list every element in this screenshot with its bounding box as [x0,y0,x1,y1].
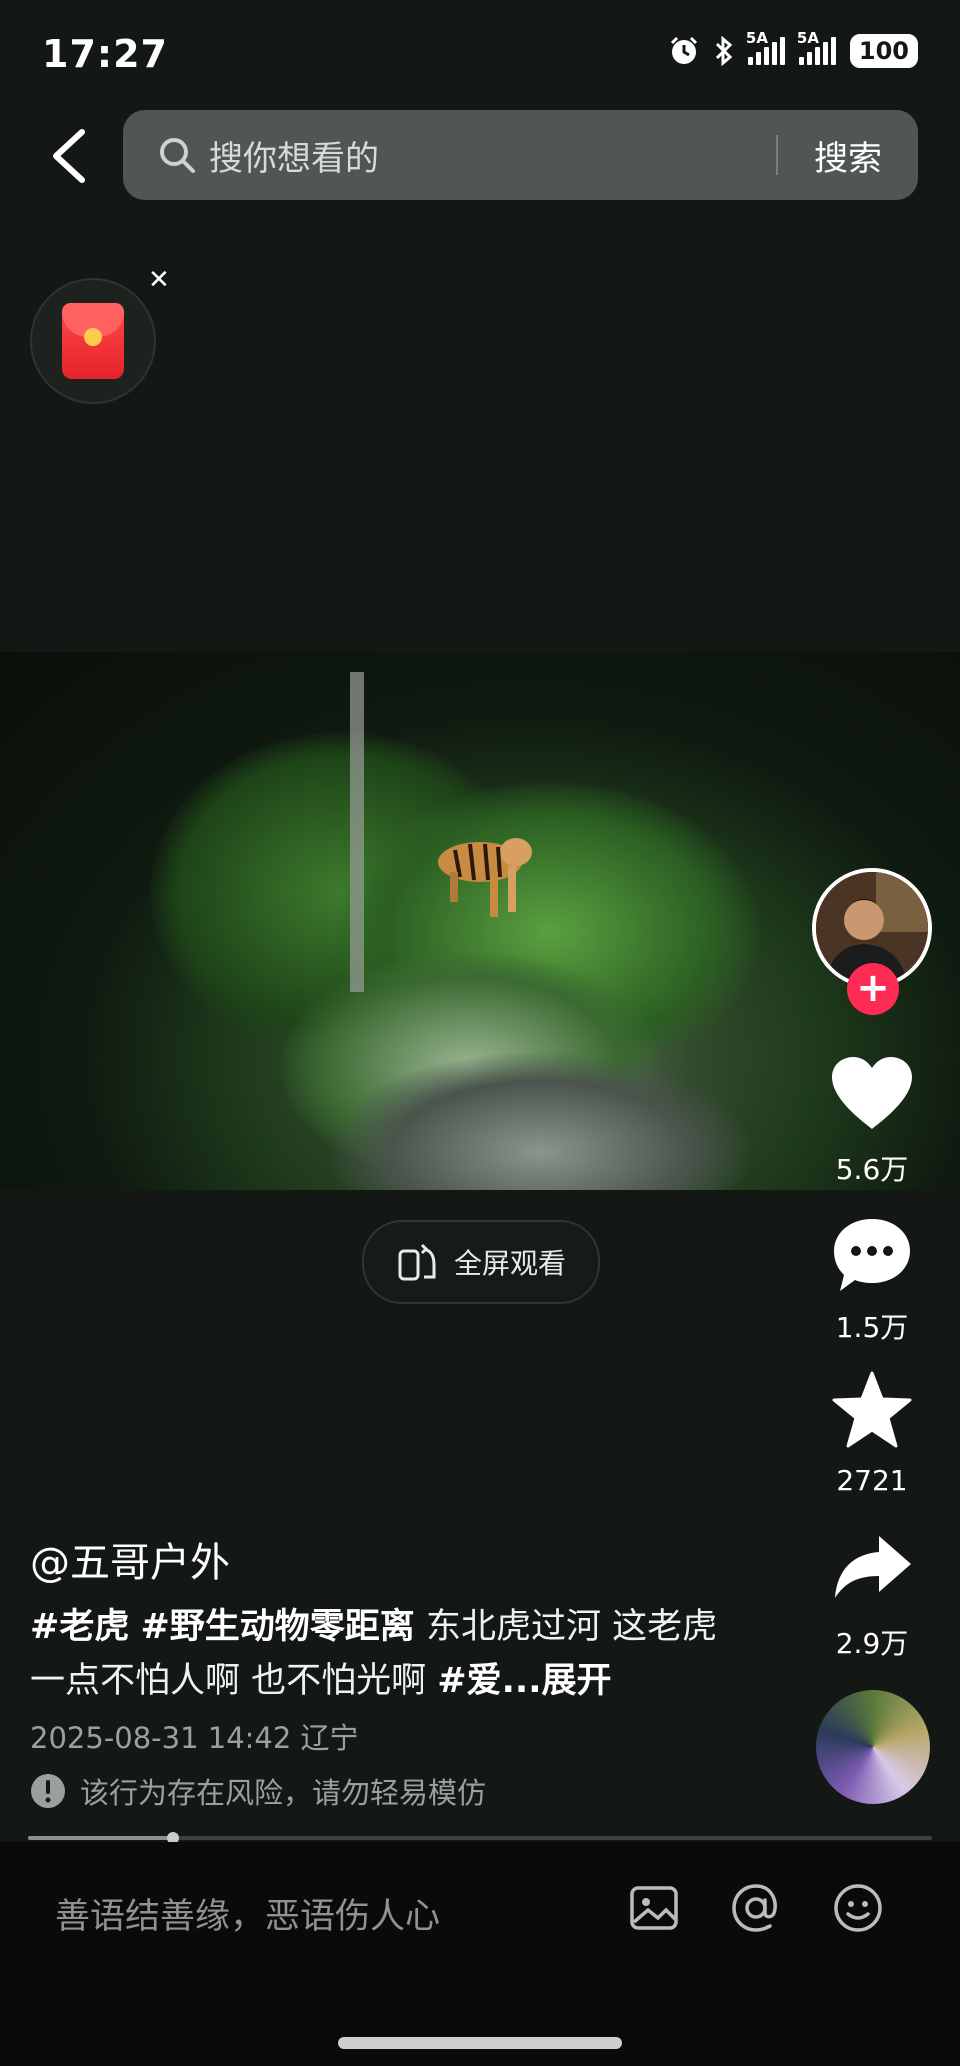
music-disc[interactable] [816,1690,930,1804]
tiger [438,838,532,917]
search-bar[interactable]: 搜你想看的 搜索 [123,110,918,200]
search-icon [160,138,195,173]
bluetooth-icon [715,36,733,66]
signal-2-label: 5A [796,29,819,47]
risk-warning: 该行为存在风险，请勿轻易模仿 [30,1770,486,1812]
red-packet-icon [62,303,124,379]
search-input[interactable]: 搜你想看的 [209,131,776,180]
heart-icon [832,1057,912,1129]
comment-input[interactable]: 善语结善缘，恶语伤人心 [55,1888,440,1939]
fullscreen-button[interactable]: 全屏观看 [362,1220,600,1304]
author-name[interactable]: @五哥户外 [30,1530,230,1588]
battery-indicator: 100 [849,34,918,68]
comment-count: 1.5万 [835,1311,909,1344]
red-packet-button[interactable] [30,278,156,404]
search-button[interactable]: 搜索 [778,131,918,180]
risk-warning-text: 该行为存在风险，请勿轻易模仿 [80,1776,487,1810]
favorite-count: 2721 [836,1464,908,1497]
hashtag-tiger[interactable]: #老虎 [30,1607,129,1647]
caption: #老虎 #野生动物零距离 东北虎过河 这老虎一点不怕人啊 也不怕光啊 #爱...… [30,1600,750,1708]
fullscreen-icon [398,1243,436,1281]
expand-link[interactable]: ...展开 [502,1661,612,1701]
at-icon[interactable] [728,1880,784,1936]
status-icons: 5A 5A 100 [668,29,918,68]
share-button[interactable] [826,1532,918,1602]
image-icon[interactable] [626,1880,682,1936]
signal-icon-2: 5A [797,29,836,65]
star-icon [832,1371,912,1448]
alarm-icon [670,36,697,64]
close-icon[interactable]: ✕ [148,265,170,295]
share-icon [835,1536,911,1598]
progress-fill [28,1836,173,1840]
back-button[interactable] [48,128,92,184]
status-time: 17:27 [42,32,168,76]
signal-icon-1: 5A [746,29,785,65]
comment-icon [834,1219,910,1291]
comment-button[interactable] [826,1215,918,1295]
like-count: 5.6万 [835,1153,909,1186]
signal-1-label: 5A [745,29,768,47]
comment-bar [0,1842,960,2066]
home-indicator[interactable] [338,2037,622,2049]
follow-button[interactable]: + [847,963,899,1015]
post-date-location: 2025-08-31 14:42 辽宁 [30,1721,359,1755]
emoji-icon[interactable] [830,1880,886,1936]
like-button[interactable] [826,1055,918,1131]
fullscreen-label: 全屏观看 [453,1247,566,1280]
warning-icon [31,1774,65,1808]
hashtag-wildlife[interactable]: #野生动物零距离 [140,1607,414,1647]
share-count: 2.9万 [835,1627,909,1660]
hashtag-ai[interactable]: #爱 [437,1661,501,1701]
favorite-button[interactable] [826,1370,918,1450]
